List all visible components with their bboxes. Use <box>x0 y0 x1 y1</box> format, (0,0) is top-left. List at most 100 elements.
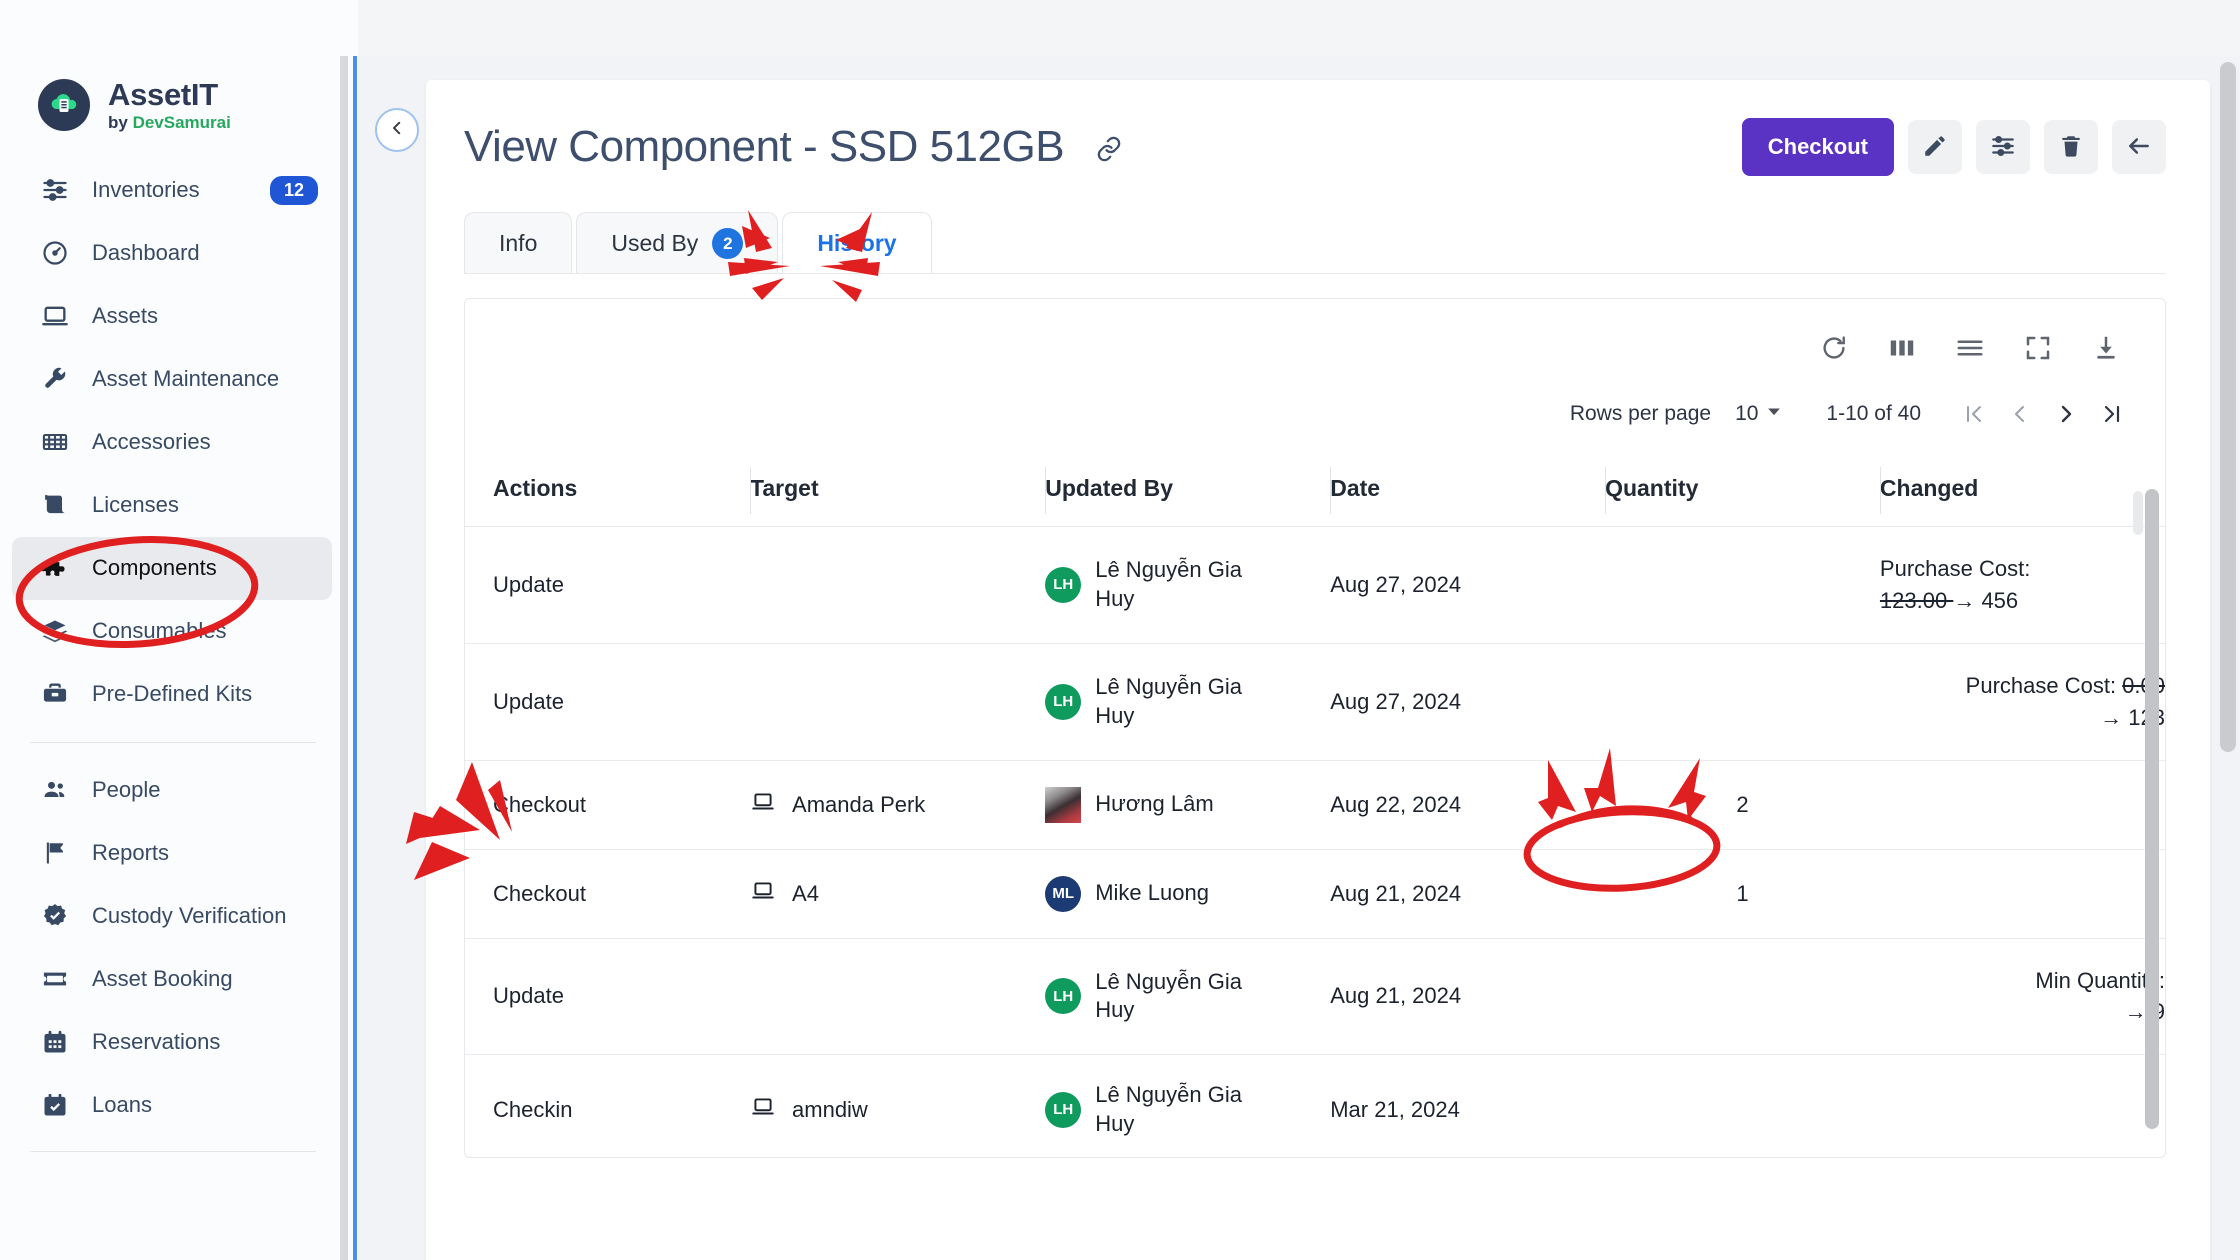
table-row[interactable]: CheckoutAmanda PerkHương LâmAug 22, 2024… <box>465 760 2165 849</box>
sidebar-item-reports[interactable]: Reports <box>12 822 332 885</box>
refresh-icon[interactable] <box>1811 325 1857 371</box>
sidebar-item-label: Reports <box>92 840 169 866</box>
sidebar-item-accessories[interactable]: Accessories <box>12 411 332 474</box>
column-header-quantity[interactable]: Quantity <box>1605 455 1880 527</box>
sidebar-item-label: Reservations <box>92 1029 220 1055</box>
tab-used-by[interactable]: Used By 2 <box>576 212 778 274</box>
cell-updated-by: LHLê Nguyễn Gia Huy <box>1045 938 1330 1055</box>
tab-label: History <box>817 230 896 257</box>
sidebar-item-licenses[interactable]: Licenses <box>12 474 332 537</box>
chevron-down-icon[interactable] <box>1764 401 1784 427</box>
tab-history[interactable]: History <box>782 212 931 274</box>
settings-button[interactable] <box>1976 120 2030 174</box>
checkout-button[interactable]: Checkout <box>1742 118 1894 176</box>
sidebar-item-assets[interactable]: Assets <box>12 285 332 348</box>
rows-per-page-value[interactable]: 10 <box>1735 402 1758 426</box>
user-name: Mike Luong <box>1095 879 1209 908</box>
cloud-server-icon <box>38 79 90 131</box>
table-row[interactable]: CheckinamndiwLHLê Nguyễn Gia HuyMar 21, … <box>465 1055 2165 1158</box>
changed-label: Purchase Cost: <box>1880 553 2165 585</box>
rows-per-page-label: Rows per page <box>1570 402 1711 426</box>
sidebar-item-label: Assets <box>92 303 158 329</box>
link-icon[interactable] <box>1094 134 1124 164</box>
column-header-updated-by[interactable]: Updated By <box>1045 455 1330 527</box>
laptop-icon <box>750 878 776 910</box>
sidebar-collapse-button[interactable] <box>375 108 419 152</box>
download-icon[interactable] <box>2083 325 2129 371</box>
prev-page-icon[interactable] <box>1997 391 2043 437</box>
cell-action: Update <box>465 938 750 1055</box>
used-by-badge: 2 <box>712 228 743 259</box>
cell-updated-by: LHLê Nguyễn Gia Huy <box>1045 527 1330 644</box>
page-title: View Component - SSD 512GB <box>464 122 1124 172</box>
chevron-left-icon <box>388 119 406 142</box>
sidebar-resize-handle[interactable] <box>340 56 358 1260</box>
fullscreen-icon[interactable] <box>2015 325 2061 371</box>
top-strip <box>358 0 2240 56</box>
cell-target <box>750 527 1045 644</box>
brand: AssetIT by DevSamurai <box>0 56 358 159</box>
changed-new-value: → 456 <box>1953 588 2018 613</box>
pagination-range: 1-10 of 40 <box>1826 402 1921 426</box>
table-body: UpdateLHLê Nguyễn Gia HuyAug 27, 2024Pur… <box>465 527 2165 1159</box>
avatar: LH <box>1045 567 1081 603</box>
last-page-icon[interactable] <box>2089 391 2135 437</box>
header-actions: Checkout <box>1742 118 2166 176</box>
pencil-icon <box>1922 133 1948 162</box>
table-row[interactable]: UpdateLHLê Nguyễn Gia HuyAug 27, 2024Pur… <box>465 527 2165 644</box>
table-toolbar <box>465 299 2165 377</box>
cell-updated-by: MLMike Luong <box>1045 849 1330 938</box>
user-name: Lê Nguyễn Gia Huy <box>1095 1081 1275 1138</box>
table-head: Actions Target Updated By Date Quantity … <box>465 455 2165 527</box>
sidebar-item-asset-booking[interactable]: Asset Booking <box>12 948 332 1011</box>
sidebar-item-consumables[interactable]: Consumables <box>12 600 332 663</box>
first-page-icon[interactable] <box>1951 391 1997 437</box>
cell-target: A4 <box>750 849 1045 938</box>
sliders-icon <box>40 175 70 205</box>
column-header-date[interactable]: Date <box>1330 455 1605 527</box>
column-header-changed[interactable]: Changed <box>1880 455 2165 527</box>
columns-icon[interactable] <box>1879 325 1925 371</box>
trash-icon <box>2058 133 2084 162</box>
history-table-panel: Rows per page 10 1-10 of 40 <box>464 298 2166 1158</box>
sidebar-divider-1 <box>30 742 316 743</box>
next-page-icon[interactable] <box>2043 391 2089 437</box>
list-view-icon[interactable] <box>1947 325 1993 371</box>
sidebar-item-asset-maintenance[interactable]: Asset Maintenance <box>12 348 332 411</box>
cell-quantity: 1 <box>1605 849 1880 938</box>
column-header-target[interactable]: Target <box>750 455 1045 527</box>
sidebar-nav-secondary: People Reports Custody Verification <box>0 759 358 1137</box>
brand-subtitle: by DevSamurai <box>108 114 231 132</box>
sidebar-item-loans[interactable]: Loans <box>12 1074 332 1137</box>
sidebar-item-reservations[interactable]: Reservations <box>12 1011 332 1074</box>
gauge-icon <box>40 238 70 268</box>
table-scrollbar-thumb[interactable] <box>2145 489 2159 1129</box>
wrench-icon <box>40 364 70 394</box>
sidebar-item-inventories[interactable]: Inventories 12 <box>12 159 332 222</box>
table-vertical-scrollbar[interactable] <box>2145 489 2159 1139</box>
column-header-actions[interactable]: Actions <box>465 455 750 527</box>
cell-target <box>750 643 1045 760</box>
back-button[interactable] <box>2112 120 2166 174</box>
table-row[interactable]: UpdateLHLê Nguyễn Gia HuyAug 21, 2024Min… <box>465 938 2165 1055</box>
arrow-left-icon <box>2126 133 2152 162</box>
edit-button[interactable] <box>1908 120 1962 174</box>
cell-changed: Purchase Cost: 0.00→ 123 <box>1880 643 2165 760</box>
laptop-icon <box>40 301 70 331</box>
cell-date: Aug 21, 2024 <box>1330 849 1605 938</box>
sidebar-item-components[interactable]: Components <box>12 537 332 600</box>
user-name: Lê Nguyễn Gia Huy <box>1095 673 1275 730</box>
sidebar-item-dashboard[interactable]: Dashboard <box>12 222 332 285</box>
table-row[interactable]: UpdateLHLê Nguyễn Gia HuyAug 27, 2024Pur… <box>465 643 2165 760</box>
delete-button[interactable] <box>2044 120 2098 174</box>
table-row[interactable]: CheckoutA4MLMike LuongAug 21, 20241 <box>465 849 2165 938</box>
table-scroll-indicator <box>2133 491 2143 535</box>
sidebar-item-people[interactable]: People <box>12 759 332 822</box>
page-scrollbar-thumb[interactable] <box>2220 62 2236 752</box>
tab-info[interactable]: Info <box>464 212 572 274</box>
sidebar-item-label: Components <box>92 555 217 581</box>
page-vertical-scrollbar[interactable] <box>2220 62 2236 1242</box>
sidebar-item-pre-defined-kits[interactable]: Pre-Defined Kits <box>12 663 332 726</box>
cell-quantity: 2 <box>1605 760 1880 849</box>
sidebar-item-custody-verification[interactable]: Custody Verification <box>12 885 332 948</box>
